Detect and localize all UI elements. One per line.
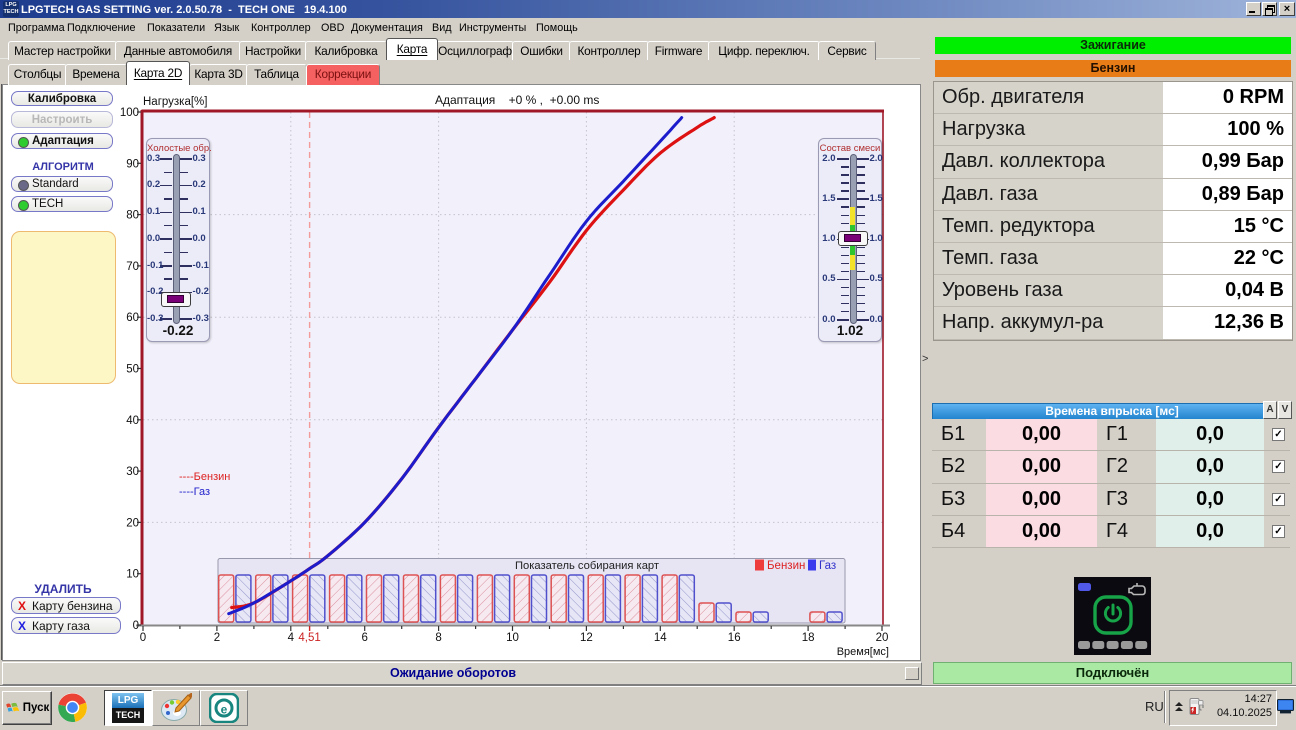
svg-text:4: 4 <box>288 632 295 644</box>
svg-text:50: 50 <box>126 364 139 376</box>
svg-text:60: 60 <box>126 312 139 324</box>
svg-text:20: 20 <box>876 632 889 644</box>
svg-text:----Газ: ----Газ <box>179 486 210 498</box>
svg-text:8: 8 <box>435 632 441 644</box>
svg-text:Время[мс]: Время[мс] <box>837 646 889 658</box>
svg-text:30: 30 <box>126 466 139 478</box>
svg-text:Бензин: Бензин <box>767 560 805 572</box>
svg-text:e: e <box>221 703 228 717</box>
svg-text:Адаптация +0 % , +0.00 ms: Адаптация +0 % , +0.00 ms <box>435 93 599 107</box>
svg-text:6: 6 <box>361 632 367 644</box>
svg-text:Нагрузка[%]: Нагрузка[%] <box>143 96 207 108</box>
svg-text:90: 90 <box>126 158 139 170</box>
svg-text:10: 10 <box>506 632 519 644</box>
svg-text:4,51: 4,51 <box>298 632 320 644</box>
svg-text:70: 70 <box>126 261 139 273</box>
svg-text:0: 0 <box>133 620 139 632</box>
svg-text:18: 18 <box>802 632 815 644</box>
svg-text:Показатель собирания карт: Показатель собирания карт <box>515 560 659 572</box>
svg-text:Газ: Газ <box>819 560 836 572</box>
svg-text:100: 100 <box>120 107 139 119</box>
svg-text:10: 10 <box>126 569 139 581</box>
svg-text:80: 80 <box>126 210 139 222</box>
svg-text:2: 2 <box>214 632 220 644</box>
svg-text:20: 20 <box>126 517 139 529</box>
svg-text:16: 16 <box>728 632 741 644</box>
svg-text:40: 40 <box>126 415 139 427</box>
svg-text:14: 14 <box>654 632 667 644</box>
svg-text:0: 0 <box>140 632 146 644</box>
svg-text:12: 12 <box>580 632 593 644</box>
svg-text:----Бензин: ----Бензин <box>179 471 230 483</box>
